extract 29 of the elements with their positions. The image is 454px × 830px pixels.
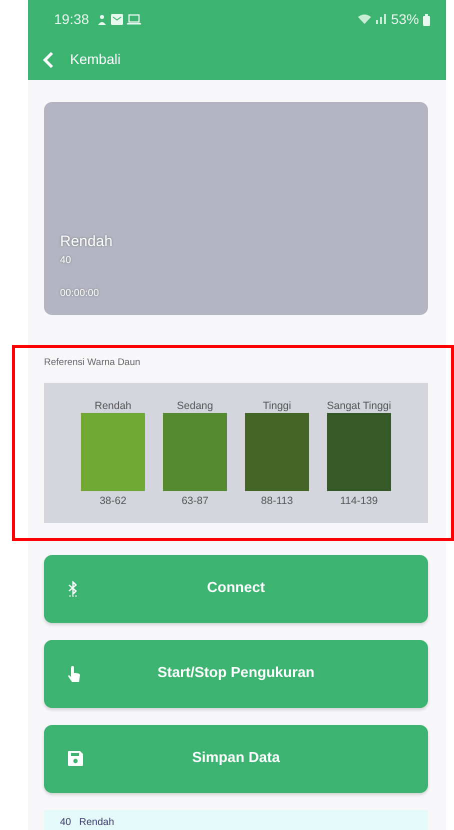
range-label: 114-139 (340, 494, 378, 510)
swatch-label: Rendah (94, 399, 132, 414)
category-text: Rendah (60, 232, 114, 252)
wifi-icon (358, 14, 371, 24)
range-label: 38-62 (100, 494, 126, 510)
battery-percentage: 53% (390, 10, 419, 28)
log-category: Rendah (79, 816, 114, 830)
range-label: 63-87 (182, 494, 208, 510)
action-button[interactable]: Connect (44, 555, 428, 624)
swatch-label: Tinggi (262, 399, 292, 414)
swatch-label: Sangat Tinggi (326, 399, 392, 414)
touch-icon (68, 666, 80, 682)
log-value: 40 (60, 816, 72, 830)
back-icon[interactable] (42, 50, 54, 69)
back-label[interactable]: Kembali (70, 48, 121, 70)
bluetooth-icon (68, 581, 78, 598)
section-title: Referensi Warna Daun (44, 356, 142, 370)
battery-icon (423, 14, 430, 26)
action-button[interactable]: Simpan Data (44, 725, 428, 794)
laptop-icon (126, 14, 141, 26)
action-button[interactable]: Start/Stop Pengukuran (44, 640, 428, 708)
mail-icon (110, 14, 123, 26)
timer-text: 00:00:00 (60, 287, 100, 301)
swatch-label: Sedang (176, 399, 214, 414)
status-time: 19:38 (54, 10, 90, 28)
value-text: 40 (60, 254, 72, 268)
save-icon (68, 751, 83, 766)
range-label: 88-113 (261, 494, 293, 510)
signal-icon (374, 14, 387, 24)
